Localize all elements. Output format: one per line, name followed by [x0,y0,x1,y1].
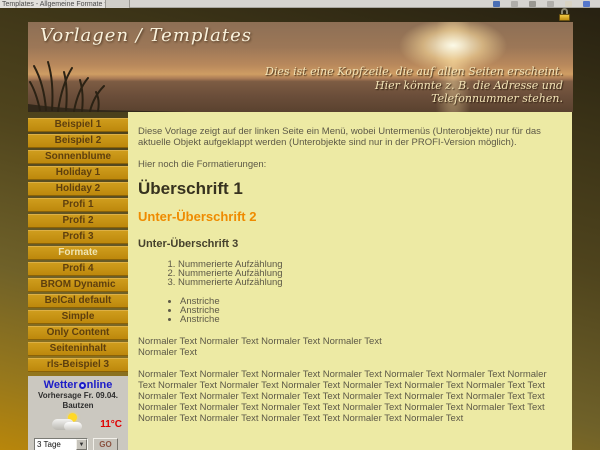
sidebar-item-brom-dynamic[interactable]: BROM Dynamic [28,278,128,292]
page-icon[interactable] [565,1,572,7]
sidebar-item-formate[interactable]: Formate [28,246,128,260]
browser-toolbar-icons [493,0,600,7]
tagline-line: Telefonnummer stehen. [265,92,563,106]
logo-text-prefix: Wetter [44,379,78,391]
sidebar-item-holiday-2[interactable]: Holiday 2 [28,182,128,196]
normal-text-long-paragraph: Normaler Text Normaler Text Normaler Tex… [138,369,560,424]
sidebar-item-sonnenblume[interactable]: Sonnenblume [28,150,128,164]
sidebar-item-profi-3[interactable]: Profi 3 [28,230,128,244]
lock-icon[interactable] [558,8,571,21]
header-banner: Vorlagen / Templates Dies ist eine Kopfz… [28,22,573,112]
forecast-city: Bautzen [28,401,128,411]
help-icon[interactable] [583,1,590,7]
intro-paragraph: Diese Vorlage zeigt auf der linken Seite… [138,126,560,148]
normal-text-paragraph: Normaler Text Normaler Text Normaler Tex… [138,336,560,358]
sidebar-item-seiteninhalt[interactable]: Seiteninhalt [28,342,128,356]
minimize-icon[interactable] [529,1,536,7]
normal-text-line: Normaler Text [138,347,560,358]
bullet-list-item: Anstriche [180,306,560,315]
numbered-list-item: Nummerierte Aufzählung [178,278,560,287]
heading-1: Überschrift 1 [138,183,560,194]
sidebar-menu: Beispiel 1 Beispiel 2 Sonnenblume Holida… [28,118,128,374]
header-tagline: Dies ist eine Kopfzeile, die auf allen S… [265,65,563,106]
temperature-value: 11°C [100,419,122,430]
beach-grass-silhouette [28,54,188,112]
bullet-list-item: Anstriche [180,297,560,306]
browser-tab-stub[interactable] [106,0,130,8]
sidebar-item-beispiel-1[interactable]: Beispiel 1 [28,118,128,132]
cloud-sun-icon [50,413,86,433]
globe-icon [79,382,86,389]
heading-3: Unter-Überschrift 3 [138,239,560,250]
forecast-range-select[interactable]: 3 Tage ▼ [34,438,88,450]
sidebar-item-profi-2[interactable]: Profi 2 [28,214,128,228]
forecast-range-value: 3 Tage [35,439,76,450]
browser-tab[interactable]: Templates - Allgemeine Formate für Texte… [0,0,106,8]
tagline-line: Hier könnte z. B. die Adresse und [265,79,563,93]
site-title: Vorlagen / Templates [40,25,252,46]
restore-icon[interactable] [547,1,554,7]
browser-titlebar: Templates - Allgemeine Formate für Texte… [0,0,600,8]
bullet-list-item: Anstriche [180,315,560,324]
sidebar-item-profi-1[interactable]: Profi 1 [28,198,128,212]
chevron-down-icon[interactable]: ▼ [76,439,87,450]
normal-text-line: Normaler Text Normaler Text Normaler Tex… [138,336,560,347]
go-button[interactable]: GO [93,438,118,450]
bullet-list: Anstriche Anstriche Anstriche [138,297,560,325]
sidebar-item-only-content[interactable]: Only Content [28,326,128,340]
sidebar-item-holiday-1[interactable]: Holiday 1 [28,166,128,180]
sidebar-item-beispiel-2[interactable]: Beispiel 2 [28,134,128,148]
numbered-list: Nummerierte Aufzählung Nummerierte Aufzä… [138,260,560,288]
sidebar-item-simple[interactable]: Simple [28,310,128,324]
heading-2: Unter-Überschrift 2 [138,211,560,222]
main-content: Diese Vorlage zeigt auf der linken Seite… [128,112,572,450]
sidebar-item-belcal-default[interactable]: BelCal default [28,294,128,308]
bookmark-icon[interactable] [493,1,500,7]
sidebar-item-rls-beispiel-3[interactable]: rls-Beispiel 3 [28,358,128,372]
tagline-line: Dies ist eine Kopfzeile, die auf allen S… [265,65,563,79]
window-icon[interactable] [511,1,518,7]
sidebar-item-profi-4[interactable]: Profi 4 [28,262,128,276]
weather-widget: Wetter nline Vorhersage Fr. 09.04. Bautze… [28,376,128,450]
forecast-date: Vorhersage Fr. 09.04. [28,391,128,401]
formats-label: Hier noch die Formatierungen: [138,159,560,170]
logo-text-suffix: nline [87,379,113,391]
wetteronline-logo[interactable]: Wetter nline [28,379,128,391]
